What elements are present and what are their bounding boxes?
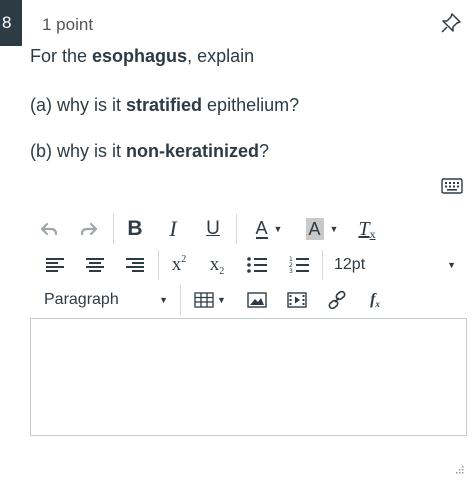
keyboard-icon[interactable] [441, 177, 463, 195]
clear-formatting-button[interactable]: Tx [352, 212, 382, 246]
question-number: 8 [0, 0, 22, 46]
align-right-button[interactable] [122, 248, 148, 282]
align-center-button[interactable] [82, 248, 108, 282]
media-icon [287, 292, 307, 308]
redo-icon [80, 222, 98, 236]
chevron-down-icon: ▼ [273, 224, 283, 234]
answer-editor[interactable] [30, 318, 467, 436]
block-format-value: Paragraph [44, 291, 119, 308]
align-center-icon [86, 258, 104, 272]
align-left-button[interactable] [42, 248, 68, 282]
superscript-mark: 2 [181, 253, 187, 265]
undo-button[interactable] [34, 212, 64, 246]
background-color-button[interactable]: A ▼ [296, 212, 348, 246]
superscript-button[interactable]: x2 [166, 248, 192, 282]
bold-button[interactable]: B [122, 212, 148, 246]
align-right-icon [126, 258, 144, 272]
formula-sub: x [375, 299, 380, 309]
image-icon [247, 292, 267, 308]
bullet-list-icon [247, 257, 267, 273]
svg-text:3: 3 [289, 268, 293, 274]
table-icon [194, 292, 214, 308]
question-line-2: (a) why is it stratified epithelium? [30, 95, 300, 115]
numbered-list-icon: 123 [289, 256, 309, 274]
subscript-label: x [209, 254, 220, 275]
undo-icon [40, 222, 58, 236]
superscript-label: x [171, 254, 182, 275]
insert-image-button[interactable] [244, 283, 270, 317]
background-color-label: A [305, 218, 324, 240]
chevron-down-icon: ▼ [329, 224, 339, 234]
chevron-down-icon: ▼ [217, 295, 226, 305]
question-line-1: For the esophagus, explain [30, 46, 255, 66]
subscript-mark: 2 [219, 265, 225, 277]
insert-link-button[interactable] [324, 283, 350, 317]
clear-formatting-sub: x [369, 226, 376, 241]
clear-formatting-label: T [358, 217, 370, 240]
question-line-3: (b) why is it non-keratinized? [30, 141, 270, 161]
underline-button[interactable]: U [200, 212, 226, 246]
question-points: 1 point [42, 15, 94, 34]
subscript-button[interactable]: x2 [204, 248, 230, 282]
numbered-list-button[interactable]: 123 [286, 248, 312, 282]
bullet-list-button[interactable] [244, 248, 270, 282]
font-size-value: 12pt [334, 256, 366, 273]
font-color-label: A [255, 218, 268, 239]
redo-button[interactable] [74, 212, 104, 246]
insert-media-button[interactable] [284, 283, 310, 317]
chevron-down-icon: ▼ [447, 260, 456, 270]
align-left-icon [46, 258, 64, 272]
table-button[interactable]: ▼ [190, 283, 230, 317]
block-format-select[interactable]: Paragraph ▼ [44, 283, 170, 317]
font-color-button[interactable]: A ▼ [244, 212, 294, 246]
chevron-down-icon: ▼ [159, 295, 168, 305]
formula-button[interactable]: fx [362, 283, 388, 317]
link-icon [328, 291, 346, 309]
italic-button[interactable]: I [160, 212, 186, 246]
pin-icon[interactable] [440, 12, 462, 34]
font-size-select[interactable]: 12pt ▼ [330, 248, 460, 282]
resize-handle-icon[interactable] [452, 464, 464, 476]
